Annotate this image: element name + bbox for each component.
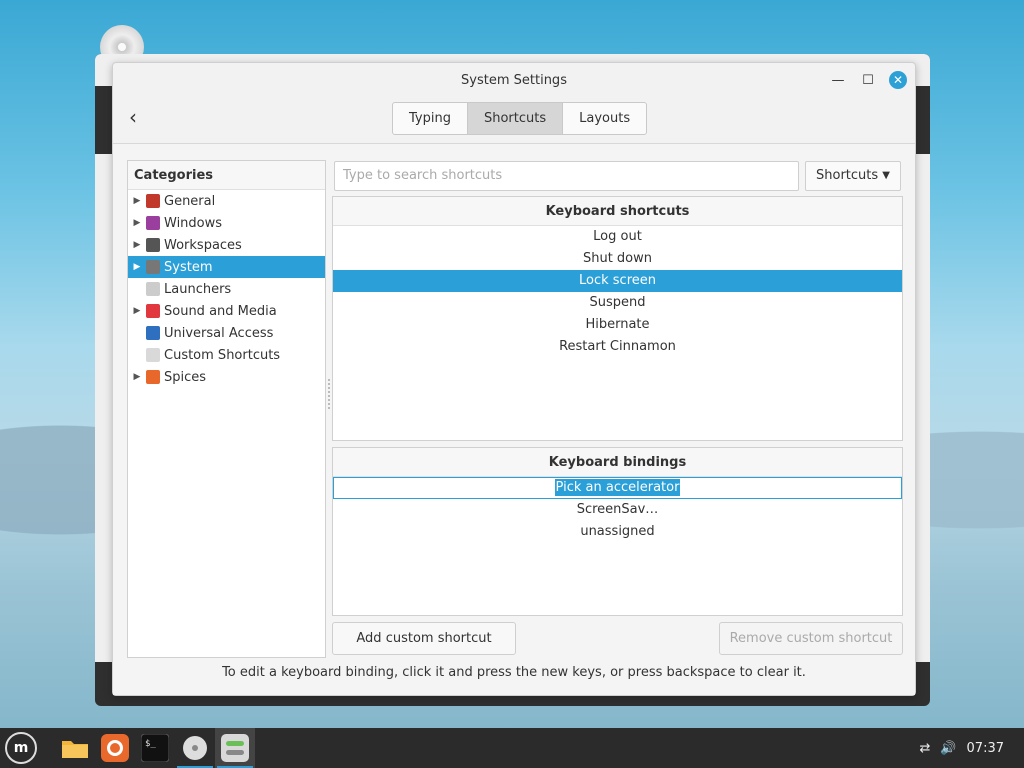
general-icon: [146, 194, 160, 208]
categories-list: Categories ▶ General ▶ Windows ▶ Workspaces ▶ S…: [127, 160, 326, 658]
hint-text: To edit a keyboard binding, click it and…: [222, 665, 806, 680]
sound-media-icon: [146, 304, 160, 318]
shortcut-row[interactable]: Hibernate: [333, 314, 902, 336]
keyboard-bindings-header: Keyboard bindings: [333, 448, 902, 477]
shortcut-row[interactable]: Shut down: [333, 248, 902, 270]
system-settings-window: System Settings — ☐ ✕ ‹ Typing Shortcuts…: [112, 62, 916, 696]
disc-icon[interactable]: [175, 728, 215, 768]
category-label: System: [164, 259, 213, 275]
tab-typing[interactable]: Typing: [393, 103, 468, 134]
launchers-icon: [146, 282, 160, 296]
category-system[interactable]: ▶ System: [128, 256, 325, 278]
workspaces-icon: [146, 238, 160, 252]
expander-arrow-icon[interactable]: ▶: [128, 240, 146, 250]
category-label: Workspaces: [164, 237, 242, 253]
category-spices[interactable]: ▶ Spices: [128, 366, 325, 388]
maximize-button[interactable]: ☐: [859, 71, 877, 89]
expander-arrow-icon[interactable]: ▶: [128, 218, 146, 228]
keyboard-shortcuts-panel: Keyboard shortcuts Log out Shut down Lock …: [332, 196, 903, 441]
shortcut-row[interactable]: Restart Cinnamon: [333, 336, 902, 358]
shortcut-row[interactable]: Lock screen: [333, 270, 902, 292]
category-label: Sound and Media: [164, 303, 277, 319]
windows-icon: [146, 216, 160, 230]
category-universal-access[interactable]: Universal Access: [128, 322, 325, 344]
shortcuts-dropdown[interactable]: Shortcuts ▼: [805, 161, 901, 191]
category-label: Windows: [164, 215, 223, 231]
expander-arrow-icon[interactable]: ▶: [128, 372, 146, 382]
universal-access-icon: [146, 326, 160, 340]
system-icon: [146, 260, 160, 274]
category-launchers[interactable]: Launchers: [128, 278, 325, 300]
category-general[interactable]: ▶ General: [128, 190, 325, 212]
category-label: Custom Shortcuts: [164, 347, 281, 363]
category-label: Launchers: [164, 281, 232, 297]
expander-arrow-icon[interactable]: ▶: [128, 262, 146, 272]
binding-row-editing[interactable]: Pick an accelerator: [333, 477, 902, 499]
keyboard-shortcuts-header: Keyboard shortcuts: [333, 197, 902, 226]
add-custom-shortcut-button[interactable]: Add custom shortcut: [332, 622, 516, 655]
binding-row[interactable]: ScreenSav…: [333, 499, 902, 521]
shortcut-row[interactable]: Suspend: [333, 292, 902, 314]
category-sound-and-media[interactable]: ▶ Sound and Media: [128, 300, 325, 322]
network-icon[interactable]: ⇄: [919, 741, 930, 756]
keyboard-bindings-panel: Keyboard bindings Pick an accelerator Sc…: [332, 447, 903, 616]
terminal-icon[interactable]: $_: [135, 728, 175, 768]
category-custom-shortcuts[interactable]: Custom Shortcuts: [128, 344, 325, 366]
dropdown-label: Shortcuts: [816, 168, 879, 183]
settings-content: Categories ▶ General ▶ Windows ▶ Workspaces ▶ S…: [113, 144, 915, 695]
system-tray: ⇄ 🔊 07:37: [919, 728, 1024, 768]
tab-bar: Typing Shortcuts Layouts: [392, 102, 648, 135]
dropdown-arrow-icon: ▼: [882, 170, 890, 181]
tab-layouts[interactable]: Layouts: [563, 103, 646, 134]
spices-icon: [146, 370, 160, 384]
tab-shortcuts[interactable]: Shortcuts: [467, 103, 564, 134]
shortcut-row[interactable]: Log out: [333, 226, 902, 248]
remove-custom-shortcut-button[interactable]: Remove custom shortcut: [719, 622, 903, 655]
expander-arrow-icon[interactable]: ▶: [128, 196, 146, 206]
category-label: Spices: [164, 369, 207, 385]
category-workspaces[interactable]: ▶ Workspaces: [128, 234, 325, 256]
volume-icon[interactable]: 🔊: [940, 741, 956, 756]
back-arrow-icon[interactable]: ‹: [129, 107, 149, 128]
settings-icon[interactable]: [215, 728, 255, 768]
taskbar: m $_ ⇄ 🔊 07:37: [0, 728, 1024, 768]
clock[interactable]: 07:37: [967, 741, 1004, 756]
search-input[interactable]: Type to search shortcuts: [334, 161, 799, 191]
mint-menu-icon[interactable]: m: [5, 732, 37, 764]
categories-header: Categories: [128, 161, 325, 190]
files-icon[interactable]: [55, 728, 95, 768]
pane-splitter[interactable]: [328, 379, 330, 409]
custom-shortcuts-icon: [146, 348, 160, 362]
minimize-button[interactable]: —: [829, 71, 847, 89]
svg-text:$_: $_: [145, 739, 156, 749]
category-label: Universal Access: [164, 325, 274, 341]
category-label: General: [164, 193, 216, 209]
binding-row[interactable]: unassigned: [333, 521, 902, 543]
close-button[interactable]: ✕: [889, 71, 907, 89]
firefox-icon[interactable]: [95, 728, 135, 768]
category-windows[interactable]: ▶ Windows: [128, 212, 325, 234]
expander-arrow-icon[interactable]: ▶: [128, 306, 146, 316]
window-title: System Settings: [461, 73, 567, 88]
window-controls: — ☐ ✕: [829, 71, 907, 89]
